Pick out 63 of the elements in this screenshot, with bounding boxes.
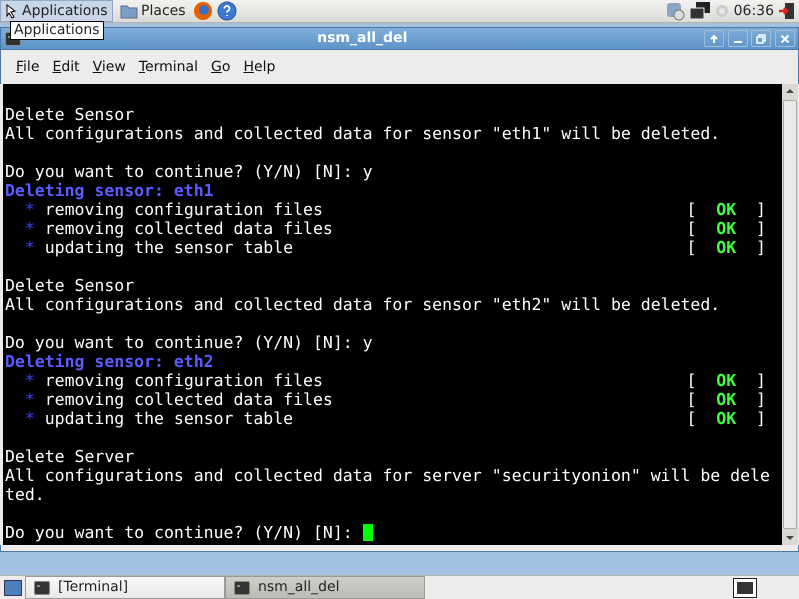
terminal-line: Do you want to continue? (Y/N) [N]: y: [5, 333, 373, 352]
bullet-icon: *: [24, 219, 35, 238]
network-icon[interactable]: [688, 1, 711, 21]
scrollbar-thumb[interactable]: [783, 100, 797, 529]
status-indicator: [ OK ]: [686, 409, 766, 428]
terminal-line: Delete Sensor: [5, 276, 134, 295]
step-text: removing configuration files: [44, 200, 323, 219]
window-title: nsm_all_del: [317, 29, 408, 48]
folder-icon: [120, 3, 138, 19]
step-text: removing collected data files: [44, 219, 333, 238]
maximize-button[interactable]: [751, 30, 771, 47]
status-indicator: [ OK ]: [686, 390, 766, 409]
taskbar-button[interactable]: [Terminal]: [25, 576, 225, 599]
menu-item[interactable]: Terminal: [136, 56, 201, 78]
bullet-icon: *: [24, 409, 35, 428]
clock: 06:36: [734, 2, 774, 20]
terminal-line: Do you want to continue? (Y/N) [N]: y: [5, 162, 373, 181]
show-desktop-icon[interactable]: [4, 580, 22, 596]
browser-icon[interactable]: [193, 1, 214, 21]
terminal-line: All configurations and collected data for server "securityonion" will be dele: [5, 466, 770, 485]
terminal-line: All configurations and collected data for sensor "eth2" will be deleted.: [5, 295, 720, 314]
maximize-icon: [755, 32, 767, 44]
terminal-line: Delete Sensor: [5, 105, 134, 124]
status-indicator: [ OK ]: [686, 219, 766, 238]
terminal-line: ted.: [5, 485, 45, 504]
terminal-heading: Deleting sensor: eth1: [5, 181, 214, 200]
panel-menu[interactable]: Places: [116, 0, 190, 22]
bullet-icon: *: [24, 390, 35, 409]
menu-item[interactable]: Help: [240, 56, 278, 78]
step-text: updating the sensor table: [44, 238, 294, 257]
step-text: removing collected data files: [44, 390, 333, 409]
step-text: updating the sensor table: [44, 409, 294, 428]
minimize-button[interactable]: [728, 30, 748, 47]
terminal-icon: [34, 580, 50, 594]
status-indicator: [ OK ]: [686, 371, 766, 390]
up-button[interactable]: [704, 30, 724, 47]
menu-item[interactable]: File: [13, 56, 42, 78]
minimize-icon: [734, 41, 742, 43]
close-icon: [778, 32, 790, 44]
prompt-text: Do you want to continue? (Y/N) [N]:: [5, 523, 354, 542]
terminal-icon[interactable]: [733, 578, 757, 598]
menu-item[interactable]: View: [90, 56, 129, 78]
cursor: [362, 524, 373, 541]
menu-item[interactable]: Go: [208, 56, 234, 78]
taskbar-button[interactable]: nsm_all_del: [225, 576, 425, 599]
bullet-icon: *: [24, 238, 35, 257]
panel-menu[interactable]: Applications: [0, 0, 113, 22]
close-button[interactable]: [774, 30, 794, 47]
status-indicator: [ OK ]: [686, 200, 766, 219]
tooltip: Applications: [10, 21, 104, 40]
update-icon[interactable]: [665, 1, 686, 21]
status-indicator: [ OK ]: [686, 238, 766, 257]
help-icon[interactable]: [216, 1, 237, 21]
terminal-line: Delete Server: [5, 447, 134, 466]
menu-item[interactable]: Edit: [49, 56, 83, 78]
terminal-icon: [234, 580, 250, 594]
terminal-heading: Deleting sensor: eth2: [5, 352, 214, 371]
up-icon: [708, 32, 720, 44]
step-text: removing configuration files: [44, 371, 323, 390]
bullet-icon: *: [24, 200, 35, 219]
bullet-icon: *: [24, 371, 35, 390]
terminal-line: All configurations and collected data for sensor "eth1" will be deleted.: [5, 124, 720, 143]
logout-icon[interactable]: [778, 2, 796, 20]
